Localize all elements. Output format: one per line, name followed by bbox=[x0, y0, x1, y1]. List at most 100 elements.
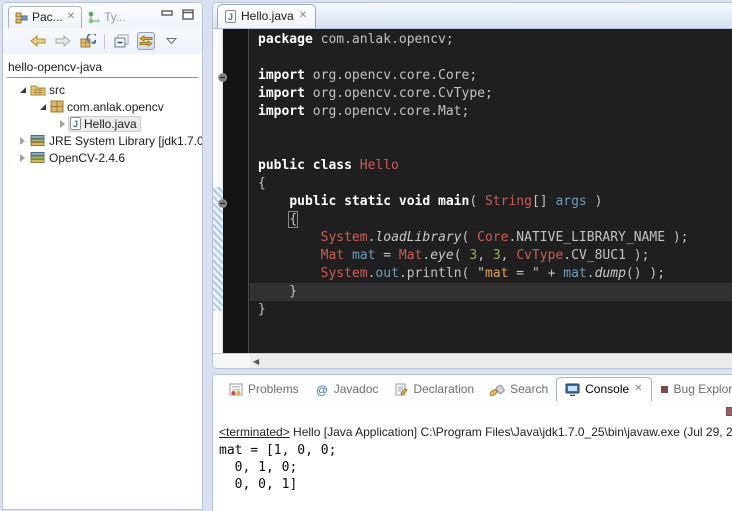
code-token: import bbox=[258, 68, 305, 83]
console-icon bbox=[565, 383, 580, 396]
code-line[interactable]: import org.opencv.core.Core; bbox=[258, 67, 732, 85]
tree-item-src[interactable]: src bbox=[3, 81, 202, 98]
go-into-button[interactable] bbox=[79, 32, 97, 50]
code-line[interactable]: public static void main( String[] args ) bbox=[258, 193, 732, 211]
view-menu-icon[interactable] bbox=[162, 32, 180, 50]
close-icon[interactable]: ✕ bbox=[634, 384, 642, 394]
code-token: 3 bbox=[493, 248, 501, 263]
src-folder-icon bbox=[30, 83, 46, 96]
tab-bug-explorer[interactable]: Bug Explorer bbox=[652, 378, 732, 401]
collapsed-arrow-icon[interactable] bbox=[17, 137, 28, 145]
tab-label: Pac... bbox=[32, 10, 63, 24]
code-token: mat bbox=[563, 266, 586, 281]
type-hierarchy-icon bbox=[88, 11, 100, 24]
package-explorer-icon bbox=[15, 11, 28, 24]
tree-item-inner[interactable]: JRE System Library [jdk1.7.0_25] bbox=[28, 133, 202, 149]
tree-item-hello-java[interactable]: J Hello.java bbox=[3, 115, 202, 132]
code-token: org.opencv.core.Core; bbox=[305, 68, 477, 83]
code-token: .NATIVE_LIBRARY_NAME ); bbox=[508, 230, 688, 245]
code-token: String bbox=[485, 194, 532, 209]
code-token: import bbox=[258, 104, 305, 119]
code-line[interactable]: public class Hello bbox=[258, 157, 732, 175]
collapsed-arrow-icon[interactable] bbox=[17, 154, 28, 162]
editor-tab-hello-java[interactable]: J Hello.java ✕ bbox=[217, 4, 316, 28]
process-path: Hello [Java Application] C:\Program File… bbox=[290, 425, 732, 439]
tree-item-label: JRE System Library [jdk1.7.0_25] bbox=[49, 134, 202, 148]
search-icon bbox=[490, 383, 505, 396]
tab-declaration[interactable]: Declaration bbox=[386, 378, 482, 401]
code-token: { bbox=[289, 212, 297, 227]
code-token: = bbox=[375, 248, 398, 263]
tree-item-inner[interactable]: J Hello.java bbox=[68, 116, 141, 132]
code-line[interactable]: } bbox=[258, 301, 732, 319]
tree-item-inner[interactable]: src bbox=[28, 82, 69, 98]
tree-item-inner[interactable]: com.anlak.opencv bbox=[48, 99, 168, 115]
collapsed-arrow-icon[interactable] bbox=[57, 120, 68, 128]
code-line[interactable]: } bbox=[250, 283, 732, 301]
maximize-icon[interactable] bbox=[182, 9, 194, 20]
tree-item-jre-system-library-jdk1-7-0-25-[interactable]: JRE System Library [jdk1.7.0_25] bbox=[3, 132, 202, 149]
code-token: Mat bbox=[321, 248, 344, 263]
svg-text:J: J bbox=[73, 119, 78, 129]
code-line[interactable]: import org.opencv.core.Mat; bbox=[258, 103, 732, 121]
code-line[interactable]: import org.opencv.core.CvType; bbox=[258, 85, 732, 103]
code-token: dump bbox=[595, 266, 626, 281]
console-output[interactable]: mat = [1, 0, 0; 0, 1, 0; 0, 0, 1] bbox=[219, 442, 732, 493]
tab-console[interactable]: Console✕ bbox=[556, 377, 651, 401]
code-token: import bbox=[258, 86, 305, 101]
console-toolbar-icon[interactable] bbox=[726, 407, 732, 416]
console-process-label: <terminated> Hello [Java Application] C:… bbox=[219, 425, 732, 439]
forward-button[interactable] bbox=[54, 32, 72, 50]
code-area[interactable]: package com.anlak.opencv; import org.open… bbox=[250, 29, 732, 353]
tab-search[interactable]: Search bbox=[482, 378, 556, 401]
horizontal-scrollbar[interactable]: ◀ bbox=[250, 353, 732, 368]
library-icon bbox=[30, 134, 46, 147]
tree-item-inner[interactable]: OpenCV-2.4.6 bbox=[28, 150, 129, 166]
expanded-arrow-icon[interactable] bbox=[17, 87, 28, 93]
minimize-icon[interactable] bbox=[161, 9, 173, 20]
bottom-tabbar: Problems@JavadocDeclaration Search Console… bbox=[213, 375, 732, 401]
tab-label: Search bbox=[510, 382, 548, 396]
tab-label: Bug Explorer bbox=[674, 382, 732, 396]
tree-item-opencv-2-4-6[interactable]: OpenCV-2.4.6 bbox=[3, 149, 202, 166]
code-line[interactable]: System.loadLibrary( Core.NATIVE_LIBRARY_… bbox=[258, 229, 732, 247]
code-line[interactable] bbox=[258, 49, 732, 67]
code-token: Mat bbox=[399, 248, 422, 263]
scroll-left-arrow-icon[interactable]: ◀ bbox=[253, 357, 259, 366]
link-with-editor-button[interactable] bbox=[137, 32, 155, 50]
fold-marker-main[interactable] bbox=[218, 199, 227, 208]
code-token: System bbox=[321, 230, 368, 245]
code-token: args bbox=[555, 194, 586, 209]
close-icon[interactable]: ✕ bbox=[299, 11, 307, 21]
tree-item-com-anlak-opencv[interactable]: com.anlak.opencv bbox=[3, 98, 202, 115]
code-token: Core bbox=[477, 230, 508, 245]
expanded-arrow-icon[interactable] bbox=[37, 104, 48, 110]
code-line[interactable]: Mat mat = Mat.eye( 3, 3, CvType.CV_8UC1 … bbox=[258, 247, 732, 265]
code-line[interactable]: { bbox=[258, 211, 732, 229]
back-button[interactable] bbox=[29, 32, 47, 50]
code-token: mat bbox=[352, 248, 375, 263]
tab-package-explorer[interactable]: Pac... ✕ bbox=[8, 6, 82, 28]
code-token: . bbox=[587, 266, 595, 281]
editor-tabbar: J Hello.java ✕ bbox=[213, 3, 732, 29]
collapse-all-button[interactable] bbox=[112, 32, 130, 50]
code-line[interactable] bbox=[258, 139, 732, 157]
tab-type-hierarchy[interactable]: Ty... bbox=[82, 7, 132, 28]
tab-javadoc[interactable]: @Javadoc bbox=[307, 378, 387, 401]
view-tabbar: Pac... ✕ Ty... bbox=[3, 3, 202, 28]
code-line[interactable]: package com.anlak.opencv; bbox=[258, 31, 732, 49]
tree-item-label: Hello.java bbox=[84, 117, 137, 131]
editor-tab-label: Hello.java bbox=[241, 9, 294, 23]
svg-text:J: J bbox=[228, 12, 233, 22]
console-content[interactable]: <terminated> Hello [Java Application] C:… bbox=[213, 423, 732, 495]
fold-marker-imports[interactable] bbox=[218, 73, 227, 82]
project-header[interactable]: hello-opencv-java bbox=[7, 60, 198, 78]
code-token: ( bbox=[469, 194, 485, 209]
code-line[interactable]: System.out.println( "mat = " + mat.dump(… bbox=[258, 265, 732, 283]
close-icon[interactable]: ✕ bbox=[67, 12, 75, 22]
tab-label: Ty... bbox=[104, 10, 126, 24]
code-token: , bbox=[501, 248, 517, 263]
code-line[interactable] bbox=[258, 121, 732, 139]
code-line[interactable]: { bbox=[258, 175, 732, 193]
tab-problems[interactable]: Problems bbox=[221, 378, 307, 401]
